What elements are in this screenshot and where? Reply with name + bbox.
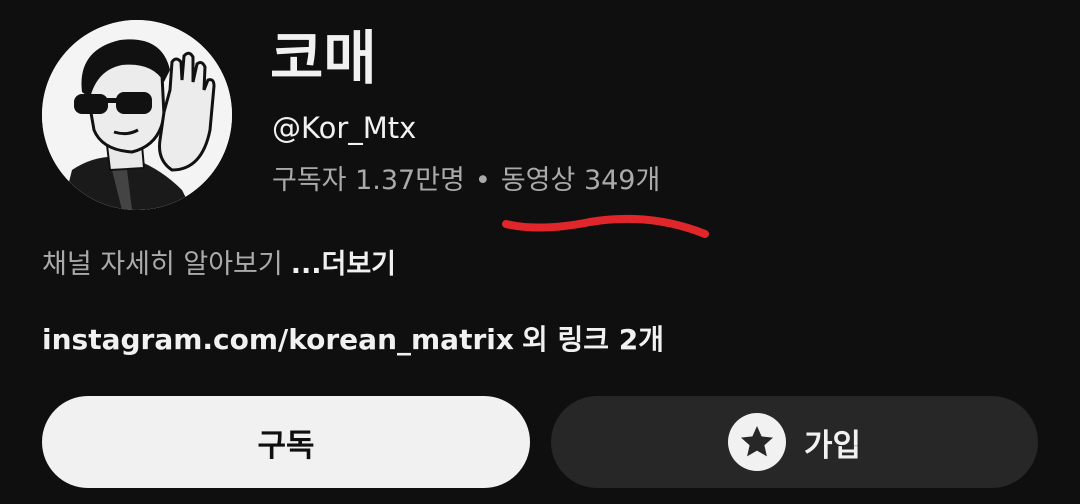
- join-button-label: 가입: [803, 427, 862, 464]
- channel-links[interactable]: instagram.com/korean_matrix 외 링크 2개: [42, 320, 664, 360]
- subscribe-button[interactable]: 구독: [42, 396, 530, 488]
- star-icon: [727, 413, 786, 471]
- description-text: 채널 자세히 알아보기: [42, 249, 283, 280]
- channel-description[interactable]: 채널 자세히 알아보기 ...더보기: [42, 246, 396, 284]
- avatar-illustration: [42, 20, 232, 210]
- join-button[interactable]: 가입: [551, 396, 1038, 488]
- primary-link[interactable]: instagram.com/korean_matrix: [42, 323, 514, 356]
- video-count: 동영상 349개: [500, 165, 661, 196]
- subscribe-button-label: 구독: [257, 427, 315, 464]
- subscriber-count: 구독자 1.37만명: [272, 165, 465, 196]
- channel-stats: 구독자 1.37만명 • 동영상 349개: [272, 162, 660, 200]
- red-underline-annotation: [502, 214, 709, 238]
- more-links-label[interactable]: 외 링크 2개: [522, 323, 664, 356]
- channel-handle: @Kor_Mtx: [272, 111, 417, 145]
- stats-separator: •: [474, 165, 491, 196]
- channel-avatar[interactable]: [42, 20, 232, 210]
- channel-name: 코매: [270, 24, 377, 92]
- more-link[interactable]: ...더보기: [291, 249, 396, 280]
